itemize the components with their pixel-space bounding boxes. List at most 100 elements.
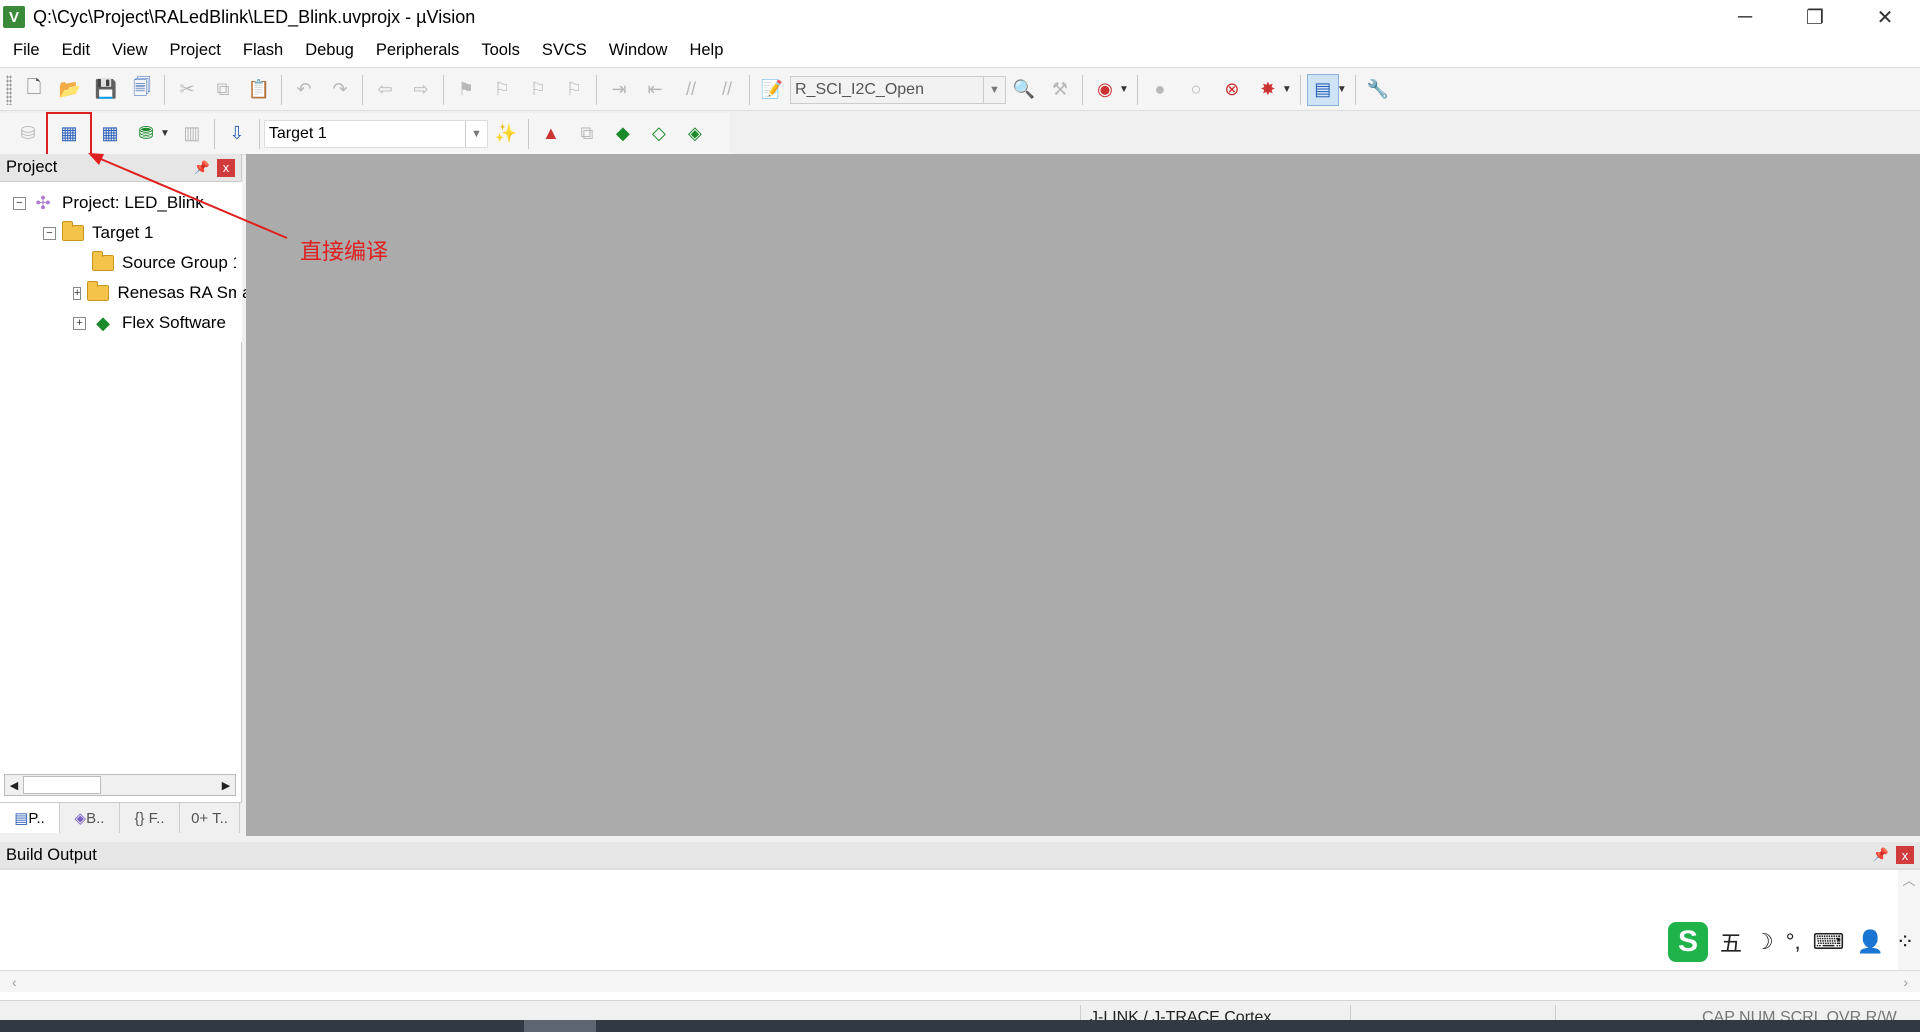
- copy-icon[interactable]: ⧉: [207, 74, 239, 106]
- manage-run-time-environment-icon[interactable]: ◆: [607, 118, 639, 150]
- menu-tools[interactable]: Tools: [470, 41, 531, 60]
- expand-icon[interactable]: +: [73, 286, 82, 300]
- navigate-forward-icon[interactable]: ⇨: [405, 74, 437, 106]
- indent-icon[interactable]: ⇥: [603, 74, 635, 106]
- tree-item-project[interactable]: − ✣ Project: LED_Blink: [0, 188, 241, 218]
- ime-mode-label[interactable]: 五: [1720, 926, 1742, 958]
- uncomment-icon[interactable]: //: [711, 74, 743, 106]
- menu-peripherals[interactable]: Peripherals: [365, 41, 470, 60]
- cut-icon[interactable]: ✂: [171, 74, 203, 106]
- tab-functions[interactable]: {} F..: [120, 803, 180, 833]
- save-all-icon[interactable]: 🗐: [126, 74, 158, 106]
- pack-installer-icon[interactable]: ◇: [643, 118, 675, 150]
- breakpoint-insert-icon[interactable]: ●: [1144, 74, 1176, 106]
- configuration-wrench-icon[interactable]: 🔧: [1362, 74, 1394, 106]
- dropdown-arrow-icon[interactable]: ▼: [160, 128, 170, 139]
- scroll-up-icon[interactable]: ︿: [1902, 873, 1915, 888]
- close-button[interactable]: ✕: [1850, 0, 1920, 34]
- restore-button[interactable]: ❐: [1780, 0, 1850, 34]
- menu-help[interactable]: Help: [678, 41, 734, 60]
- menu-edit[interactable]: Edit: [51, 41, 101, 60]
- toolbar-grip[interactable]: [6, 74, 12, 105]
- breakpoint-disable-all-icon[interactable]: ⊗: [1216, 74, 1248, 106]
- chevron-down-icon[interactable]: ▼: [983, 76, 1005, 103]
- moon-icon[interactable]: ☽: [1754, 929, 1774, 955]
- tree-item-source-group[interactable]: Source Group 1: [0, 248, 242, 278]
- menu-window[interactable]: Window: [598, 41, 679, 60]
- undo-icon[interactable]: ↶: [288, 74, 320, 106]
- tab-templates[interactable]: 0+ T..: [180, 803, 240, 833]
- build-output-text[interactable]: ︿ ‹ ›: [0, 870, 1920, 1000]
- editor-area[interactable]: [246, 154, 1920, 836]
- new-file-icon[interactable]: 🗋: [18, 74, 50, 106]
- stop-build-icon[interactable]: ▥: [176, 118, 208, 150]
- build-button[interactable]: ▦: [46, 111, 92, 156]
- menu-svcs[interactable]: SVCS: [531, 41, 598, 60]
- user-icon[interactable]: 👤: [1856, 929, 1883, 955]
- unindent-icon[interactable]: ⇤: [639, 74, 671, 106]
- find-in-files-icon[interactable]: 📝: [756, 74, 788, 106]
- scroll-left-icon[interactable]: ‹: [12, 974, 17, 990]
- taskbar-active-item[interactable]: [524, 1020, 596, 1032]
- redo-icon[interactable]: ↷: [324, 74, 356, 106]
- dropdown-arrow-icon[interactable]: ▼: [1282, 84, 1292, 95]
- tree-item-renesas-ra[interactable]: + Renesas RA Smart Configurator: [0, 278, 360, 308]
- smart-configurator-icon[interactable]: ◈: [679, 118, 711, 150]
- bookmark-next-icon[interactable]: ⚐: [522, 74, 554, 106]
- function-combo[interactable]: R_SCI_I2C_Open ▼: [790, 75, 1006, 104]
- sogou-ime-logo[interactable]: S: [1668, 922, 1708, 962]
- close-panel-button[interactable]: x: [1896, 846, 1914, 864]
- apps-grid-icon[interactable]: ⁘: [1896, 929, 1914, 955]
- bookmark-prev-icon[interactable]: ⚐: [486, 74, 518, 106]
- window-layout-icon[interactable]: ▤: [1306, 73, 1339, 106]
- expand-icon[interactable]: +: [73, 316, 86, 330]
- manage-project-items-icon[interactable]: ▲: [535, 118, 567, 150]
- keyboard-icon[interactable]: ⌨: [1813, 929, 1845, 955]
- find-icon[interactable]: 🔍: [1008, 74, 1040, 106]
- pin-icon[interactable]: 📌: [1872, 847, 1890, 863]
- target-select[interactable]: Target 1 ▼: [263, 119, 488, 148]
- close-panel-button[interactable]: x: [217, 158, 235, 177]
- bookmark-toggle-icon[interactable]: ⚑: [450, 74, 482, 106]
- tree-horizontal-scrollbar[interactable]: ◀ ▶: [4, 774, 236, 796]
- dropdown-arrow-icon[interactable]: ▼: [1119, 84, 1129, 95]
- tab-project[interactable]: ▤ P..: [0, 803, 60, 833]
- breakpoint-kill-all-icon[interactable]: ✸: [1252, 74, 1284, 106]
- menu-debug[interactable]: Debug: [294, 41, 365, 60]
- scroll-left-icon[interactable]: ◀: [5, 779, 23, 792]
- select-software-packs-icon[interactable]: ⧉: [571, 118, 603, 150]
- toolbar-separator: [527, 118, 529, 149]
- collapse-icon[interactable]: −: [43, 226, 56, 240]
- pin-icon[interactable]: 📌: [193, 160, 211, 176]
- rebuild-icon[interactable]: ▦: [94, 118, 126, 150]
- batch-build-icon[interactable]: ⛃: [130, 118, 162, 150]
- scroll-right-icon[interactable]: ›: [1903, 974, 1908, 990]
- tree-item-target[interactable]: − Target 1: [0, 218, 241, 248]
- build-horizontal-scrollbar[interactable]: ‹ ›: [0, 970, 1920, 992]
- open-file-icon[interactable]: 📂: [54, 74, 86, 106]
- menu-view[interactable]: View: [101, 41, 158, 60]
- incremental-find-icon[interactable]: ⚒: [1044, 74, 1076, 106]
- punctuation-icon[interactable]: °,: [1786, 929, 1801, 955]
- scrollbar-thumb[interactable]: [23, 776, 101, 794]
- minimize-button[interactable]: ─: [1710, 0, 1780, 34]
- menu-file[interactable]: File: [2, 41, 51, 60]
- tab-books[interactable]: ◈ B..: [60, 803, 120, 833]
- menu-project[interactable]: Project: [159, 41, 232, 60]
- collapse-icon[interactable]: −: [13, 196, 26, 210]
- scroll-right-icon[interactable]: ▶: [217, 779, 235, 792]
- save-icon[interactable]: 💾: [90, 74, 122, 106]
- breakpoint-enable-icon[interactable]: ○: [1180, 74, 1212, 106]
- menu-flash[interactable]: Flash: [232, 41, 294, 60]
- translate-icon[interactable]: ⛁: [12, 118, 44, 150]
- dropdown-arrow-icon[interactable]: ▼: [1337, 84, 1347, 95]
- navigate-back-icon[interactable]: ⇦: [369, 74, 401, 106]
- chevron-down-icon[interactable]: ▼: [464, 120, 487, 147]
- comment-icon[interactable]: //: [675, 74, 707, 106]
- bookmark-clear-icon[interactable]: ⚐: [558, 74, 590, 106]
- tree-item-flex-software[interactable]: + ◆ Flex Software: [0, 308, 241, 338]
- paste-icon[interactable]: 📋: [243, 74, 275, 106]
- debug-session-icon[interactable]: ◉: [1089, 74, 1121, 106]
- options-for-target-icon[interactable]: ✨: [490, 118, 522, 150]
- download-load-icon[interactable]: ⇩: [221, 118, 253, 150]
